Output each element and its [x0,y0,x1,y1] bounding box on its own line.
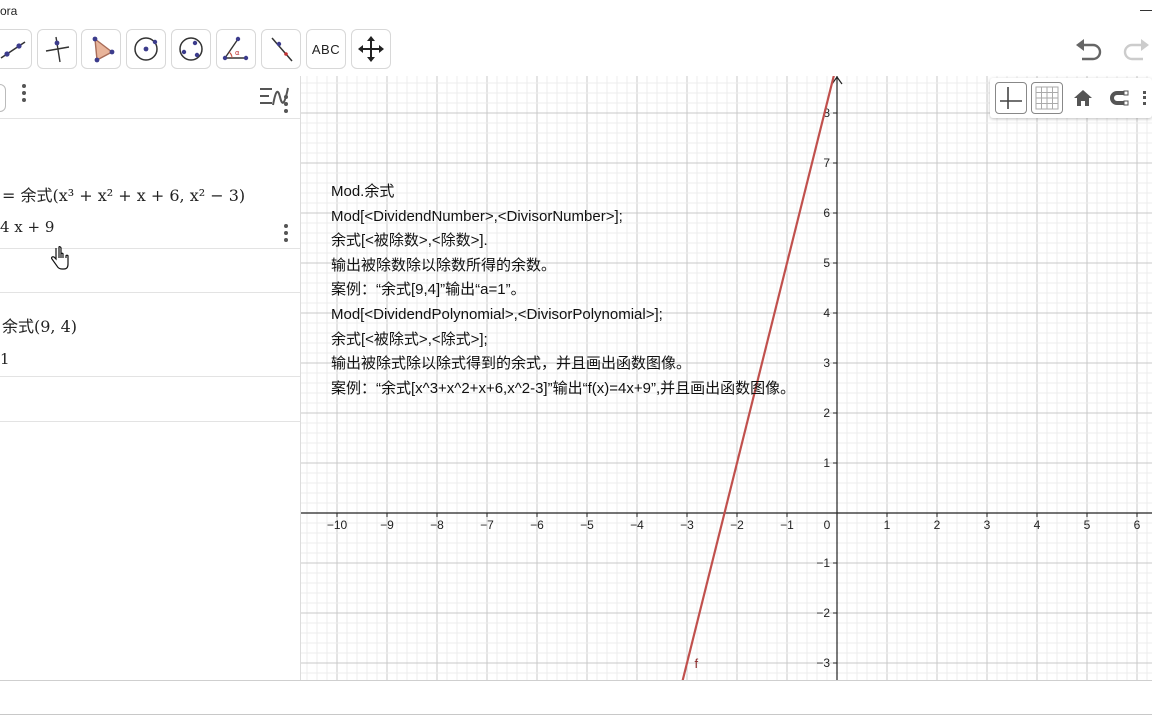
circle-center-point-button[interactable] [126,29,166,69]
x-tick-label: −7 [480,518,494,532]
graphics-style-bar [990,78,1152,118]
note-line: Mod.余式 [331,183,395,200]
grid-icon [1035,86,1059,110]
circle-three-points-button[interactable] [171,29,211,69]
x-tick-label: −1 [780,518,794,532]
x-tick-label: 0 [824,518,831,532]
algebra-menu-icon[interactable] [22,84,26,102]
text-tool-button[interactable]: ABC [306,29,346,69]
polygon-button[interactable] [81,29,121,69]
algebra-view: = 余式(x³ + x² + x + 6, x² − 3) 4 x + 9 余式… [0,76,301,680]
algebra-definition[interactable]: = 余式(x³ + x² + x + 6, x² − 3) [2,182,245,206]
angle-icon: α [222,36,249,61]
undo-button[interactable] [1073,36,1105,64]
note-line: Mod[<DividendPolynomial>,<DivisorPolynom… [331,305,663,323]
move-graphics-button[interactable] [351,29,391,69]
toggle-axes-button[interactable] [995,82,1027,114]
x-tick-label: 5 [1084,518,1091,532]
magnet-icon [1110,90,1129,106]
undo-icon [1076,39,1102,61]
x-tick-label: −3 [680,518,694,532]
minimize-button[interactable] [1140,10,1152,11]
x-tick-label: −10 [327,518,348,532]
point-capture-button[interactable] [1103,82,1135,114]
title-bar: ora [0,0,1152,24]
note-line: 输出被除数除以除数所得的余数。 [331,256,557,274]
y-tick-label: −1 [816,556,830,570]
x-tick-label: 1 [884,518,891,532]
algebra-input-row[interactable] [0,377,300,422]
x-tick-label: −4 [630,518,644,532]
entry-menu-icon[interactable] [284,224,288,242]
y-tick-label: 5 [823,256,830,270]
window-title: ora [0,4,18,18]
x-tick-label: 3 [984,518,991,532]
algebra-value: 1 [0,350,10,368]
hand-cursor-icon [51,245,69,270]
y-tick-label: 2 [823,406,830,420]
circle-center-point-icon [134,37,158,61]
axes-icon [1000,87,1022,109]
x-tick-label: −5 [580,518,594,532]
text-tool-icon: ABC [311,41,341,57]
toolbar: α ABC [0,24,1152,76]
x-tick-label: −2 [730,518,744,532]
note-line: 案例：“余式[9,4]”输出“a=1”。 [331,281,526,299]
algebra-entry-a[interactable]: 余式(9, 4) 1 [0,224,300,377]
bottom-divider [0,714,1152,715]
algebra-definition[interactable]: 余式(9, 4) [2,313,77,337]
line-tool-button[interactable] [0,29,32,69]
note-line: 输出被除式除以除式得到的余式，并且画出函数图像。 [331,355,692,373]
x-tick-label: −9 [380,518,394,532]
x-tick-label: 6 [1134,518,1141,532]
y-tick-label: 1 [823,456,830,470]
y-tick-label: 6 [823,206,830,220]
note-line: 余式[<被除数>,<除数>]. [331,232,488,250]
x-tick-label: 2 [934,518,941,532]
algebra-empty-row[interactable] [0,245,300,293]
redo-icon [1123,39,1149,61]
style-bar-more-button[interactable] [1139,82,1152,114]
toggle-grid-button[interactable] [1031,82,1063,114]
note-line: 案例：“余式[x^3+x^2+x+6,x^2-3]”输出“f(x)=4x+9”,… [331,379,796,397]
algebra-entry-f[interactable]: = 余式(x³ + x² + x + 6, x² − 3) 4 x + 9 [0,95,300,249]
polygon-icon [92,36,115,63]
reflect-line-button[interactable] [261,29,301,69]
bottom-bar [0,680,1152,721]
x-tick-label: −6 [530,518,544,532]
reflect-line-icon [271,37,293,62]
angle-button[interactable]: α [216,29,256,69]
move-graphics-icon [358,36,384,62]
note-line: Mod[<DividendNumber>,<DivisorNumber>]; [331,207,623,225]
function-label: f [695,656,699,671]
line-tool-icon [0,41,26,59]
y-tick-label: 3 [823,356,830,370]
y-tick-label: −3 [816,656,830,670]
x-tick-label: 4 [1034,518,1041,532]
home-icon [1074,90,1092,106]
entry-menu-icon[interactable] [284,95,288,113]
perpendicular-line-button[interactable] [37,29,77,69]
redo-button[interactable] [1120,36,1152,64]
y-tick-label: 4 [823,306,830,320]
note-line: 余式[<被除式>,<除式>]; [331,330,488,348]
more-icon [1142,91,1149,105]
x-tick-label: −8 [430,518,444,532]
algebra-value: 4 x + 9 [0,218,55,236]
y-tick-label: −2 [816,606,830,620]
perpendicular-line-icon [45,36,70,63]
y-tick-label: 7 [823,156,830,170]
algebra-header [0,76,300,119]
standard-view-button[interactable] [1067,82,1099,114]
algebra-input-edge[interactable] [0,84,6,112]
circle-three-points-icon [179,37,203,61]
svg-text:α: α [235,49,240,57]
text-note[interactable]: Mod.余式 Mod[<DividendNumber>,<DivisorNumb… [331,180,795,401]
